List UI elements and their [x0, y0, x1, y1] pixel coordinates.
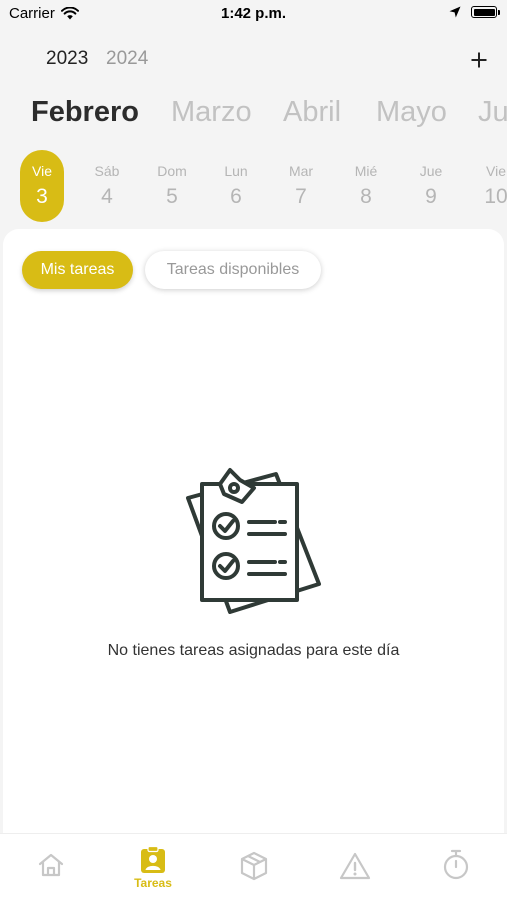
status-bar: Carrier 1:42 p.m. — [0, 0, 507, 28]
day-name: Mar — [288, 163, 314, 179]
empty-state-message: No tienes tareas asignadas para este día — [107, 642, 400, 659]
day-number: 3 — [36, 185, 48, 208]
battery-icon — [471, 6, 500, 18]
location-arrow-icon — [449, 6, 461, 18]
nav-timer[interactable] — [426, 849, 486, 881]
day-item-8[interactable]: Mié 8 — [344, 150, 388, 209]
day-name: Lun — [224, 163, 248, 179]
month-mayo[interactable]: Mayo — [376, 96, 447, 129]
day-item-4[interactable]: Sáb 4 — [85, 150, 129, 209]
day-name: Mié — [354, 163, 378, 179]
day-item-7[interactable]: Mar 7 — [279, 150, 323, 209]
plus-icon — [471, 52, 487, 68]
nav-warnings[interactable] — [325, 852, 385, 880]
month-febrero[interactable]: Febrero — [31, 96, 139, 129]
day-number: 9 — [425, 185, 437, 208]
day-number: 4 — [101, 185, 113, 208]
year-2023[interactable]: 2023 — [46, 48, 88, 70]
day-name: Sáb — [94, 163, 120, 179]
home-icon — [38, 853, 64, 877]
stopwatch-icon — [443, 849, 469, 880]
day-selector: Vie 3 Sáb 4 Dom 5 Lun 6 Mar 7 Mié 8 Jue … — [0, 150, 507, 222]
add-button[interactable] — [471, 46, 487, 68]
month-junio[interactable]: Ju — [478, 96, 507, 129]
nav-tareas-label: Tareas — [134, 876, 172, 890]
nav-tareas[interactable]: Tareas — [123, 846, 183, 890]
day-number: 5 — [166, 185, 178, 208]
bottom-nav: Tareas — [0, 833, 507, 900]
day-item-9[interactable]: Jue 9 — [409, 150, 453, 209]
month-abril[interactable]: Abril — [283, 96, 341, 129]
day-number: 7 — [295, 185, 307, 208]
month-marzo[interactable]: Marzo — [171, 96, 252, 129]
tab-mis-tareas[interactable]: Mis tareas — [22, 251, 133, 289]
year-2024[interactable]: 2024 — [106, 48, 148, 70]
day-name: Jue — [419, 163, 443, 179]
clipboard-checklist-icon — [186, 468, 321, 614]
day-item-3[interactable]: Vie 3 — [20, 150, 64, 222]
day-number: 10 — [484, 185, 507, 208]
day-item-6[interactable]: Lun 6 — [214, 150, 258, 209]
day-name: Dom — [157, 163, 187, 179]
status-indicators — [449, 6, 500, 18]
day-number: 8 — [360, 185, 372, 208]
month-selector: Febrero Marzo Abril Mayo Ju — [0, 96, 507, 140]
warning-icon — [339, 852, 371, 880]
tab-tareas-disponibles[interactable]: Tareas disponibles — [145, 251, 321, 289]
tasks-icon — [141, 846, 165, 873]
box-icon — [240, 851, 268, 881]
day-number: 6 — [230, 185, 242, 208]
status-time: 1:42 p.m. — [220, 5, 287, 22]
day-item-10[interactable]: Vie 10 — [474, 150, 507, 209]
day-item-5[interactable]: Dom 5 — [150, 150, 194, 209]
day-name: Vie — [486, 163, 506, 179]
day-name: Vie — [32, 163, 52, 179]
nav-box[interactable] — [224, 851, 284, 881]
nav-home[interactable] — [21, 852, 81, 878]
